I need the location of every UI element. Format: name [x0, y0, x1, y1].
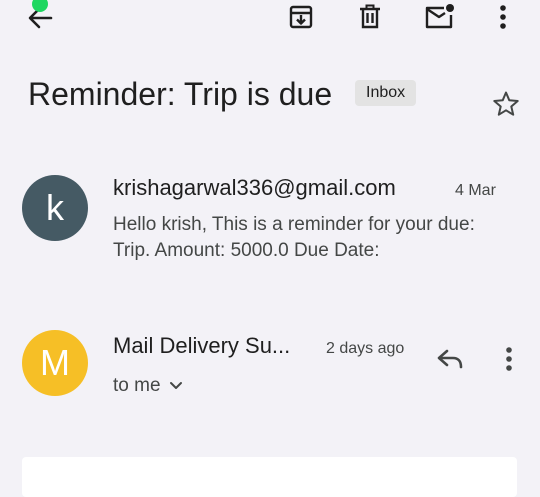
message-item[interactable]: k krishagarwal336@gmail.com 4 Mar Hello …	[0, 168, 540, 268]
star-button[interactable]	[490, 88, 522, 120]
more-options-button[interactable]	[494, 3, 512, 31]
message-snippet: Hello krish, This is a reminder for your…	[113, 214, 475, 261]
reply-icon	[437, 349, 463, 369]
mark-unread-button[interactable]	[422, 2, 456, 32]
avatar: M	[22, 330, 88, 396]
message-header: M Mail Delivery Su... 2 days ago to me	[0, 326, 540, 406]
message-date: 4 Mar	[455, 182, 496, 199]
avatar-letter: k	[46, 187, 64, 228]
chevron-down-icon	[169, 382, 182, 389]
recipient-label: to me	[113, 375, 161, 396]
archive-icon	[289, 5, 313, 29]
email-subject: Reminder: Trip is due	[28, 76, 333, 112]
message-body-card	[22, 457, 517, 497]
delete-button[interactable]	[355, 3, 385, 31]
message-more-button[interactable]	[500, 345, 518, 373]
mail-unread-icon	[425, 4, 454, 29]
avatar-letter: M	[40, 342, 70, 383]
recipient-toggle[interactable]: to me	[113, 374, 183, 398]
sender-name: Mail Delivery Su...	[113, 333, 291, 358]
inbox-label-chip[interactable]: Inbox	[355, 80, 417, 106]
star-outline-icon	[493, 91, 519, 116]
sender-name: krishagarwal336@gmail.com	[113, 175, 396, 200]
archive-button[interactable]	[286, 3, 316, 31]
more-vert-icon	[506, 347, 512, 371]
more-vert-icon	[500, 5, 506, 29]
reply-button[interactable]	[432, 344, 468, 374]
message-date: 2 days ago	[326, 340, 405, 357]
avatar: k	[22, 175, 88, 241]
trash-icon	[360, 4, 380, 29]
